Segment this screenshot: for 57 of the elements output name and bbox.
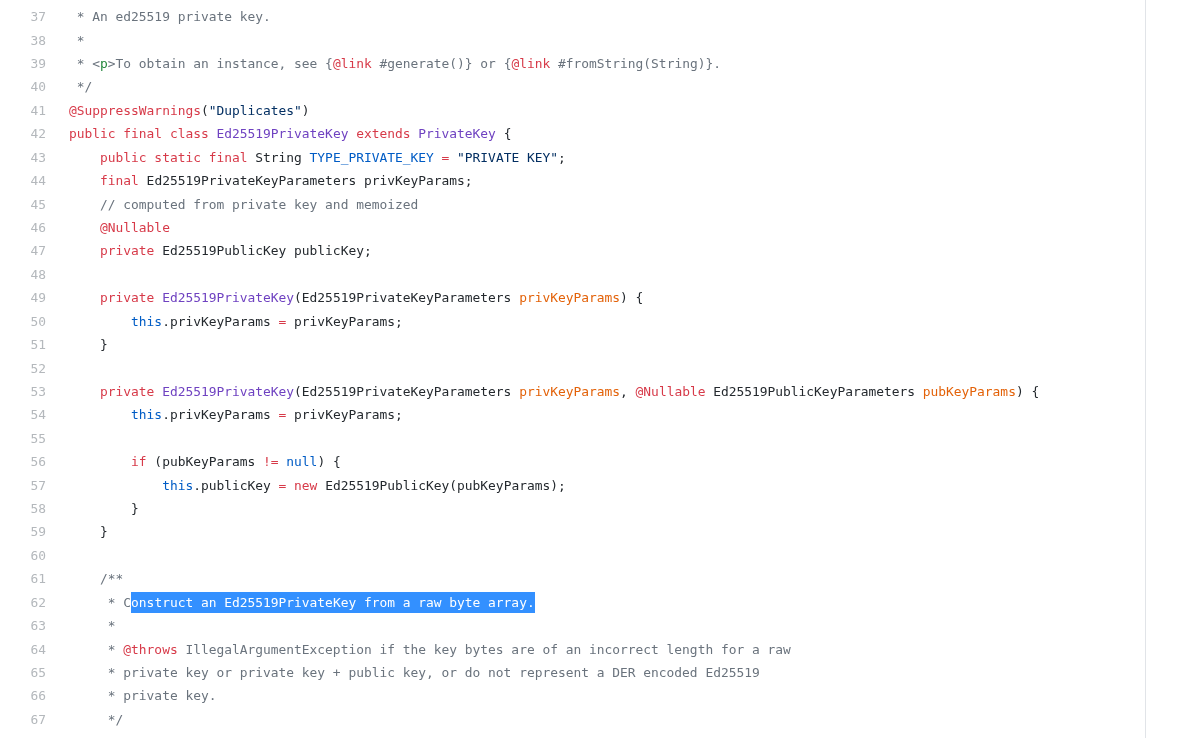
line-number: 53 xyxy=(29,383,46,399)
code-line: * private key. xyxy=(106,688,217,704)
code-line: */ xyxy=(75,79,93,95)
code-line: final Ed25519PrivateKeyParameters privKeyParams; xyxy=(99,173,473,189)
code-line: public static final String TYPE_PRIVATE_KEY = "PRIVATE KEY"; xyxy=(99,149,566,165)
code-line: * private key or private key + public key, or do not represent a DER encoded Ed25519 xyxy=(106,665,760,680)
line-number: 60 xyxy=(29,547,46,563)
line-number: 37 xyxy=(29,9,46,25)
line-number: 39 xyxy=(29,56,46,72)
line-number: 43 xyxy=(29,149,46,165)
line-number: 45 xyxy=(29,196,46,212)
code-line: private Ed25519PrivateKey(Ed25519PrivateKeyParameters privKeyParams) { xyxy=(99,290,644,306)
line-number: 64 xyxy=(29,641,46,657)
code-line: private Ed25519PrivateKey(Ed25519PrivateKeyParameters privKeyParams, @Nullable Ed25519PublicKeyParameters pubKeyParams) { xyxy=(99,383,1040,399)
code-line: * xyxy=(75,32,85,48)
line-number: 56 xyxy=(29,454,46,470)
code-line: * xyxy=(106,618,116,634)
line-number: 51 xyxy=(29,337,46,353)
line-number: 66 xyxy=(29,688,46,704)
line-number: 52 xyxy=(29,360,46,376)
code-line: } xyxy=(130,501,139,517)
code-line: * An ed25519 private key. xyxy=(75,9,271,25)
line-number: 46 xyxy=(29,220,46,235)
code-line: @SuppressWarnings("Duplicates") xyxy=(69,102,310,118)
code-line: } xyxy=(99,337,108,353)
code-line: */ xyxy=(106,711,124,727)
line-number: 65 xyxy=(29,665,46,680)
line-number: 49 xyxy=(29,290,46,306)
code-line: if (pubKeyParams != null) { xyxy=(130,454,341,470)
line-number: 48 xyxy=(29,266,46,282)
line-number: 62 xyxy=(29,594,46,610)
line-number: 57 xyxy=(29,477,46,493)
line-number: 40 xyxy=(29,79,46,95)
line-number: 38 xyxy=(29,32,46,48)
line-number: 59 xyxy=(29,524,46,540)
line-number: 55 xyxy=(29,430,46,446)
code-line: private Ed25519PublicKey publicKey; xyxy=(99,243,372,259)
code-line: this.privKeyParams = privKeyParams; xyxy=(130,407,403,423)
line-number: 67 xyxy=(29,711,46,727)
line-number: 47 xyxy=(29,243,46,259)
line-number: 50 xyxy=(29,313,46,329)
code-line: this.privKeyParams = privKeyParams; xyxy=(130,313,403,329)
code-line: } xyxy=(99,524,108,540)
line-number: 42 xyxy=(29,126,46,142)
line-number: 41 xyxy=(29,102,46,118)
code-line: * @throws IllegalArgumentException if the key bytes are of an incorrect length for a raw xyxy=(106,641,791,657)
code-line: * <p>To obtain an instance, see {@link #generate()} or {@link #fromString(String)}. xyxy=(75,56,721,72)
code-line: // computed from private key and memoized xyxy=(99,196,419,212)
code-line: public final class Ed25519PrivateKey extends PrivateKey { xyxy=(69,126,512,142)
code-line: /** xyxy=(99,571,124,587)
line-number: 54 xyxy=(29,407,46,423)
code-line: @Nullable xyxy=(99,220,170,235)
line-number: 61 xyxy=(29,571,46,587)
line-number: 44 xyxy=(29,173,46,189)
line-number: 58 xyxy=(29,501,46,517)
code-line: this.publicKey = new Ed25519PublicKey(pubKeyParams); xyxy=(161,477,566,493)
line-number: 63 xyxy=(29,618,46,634)
